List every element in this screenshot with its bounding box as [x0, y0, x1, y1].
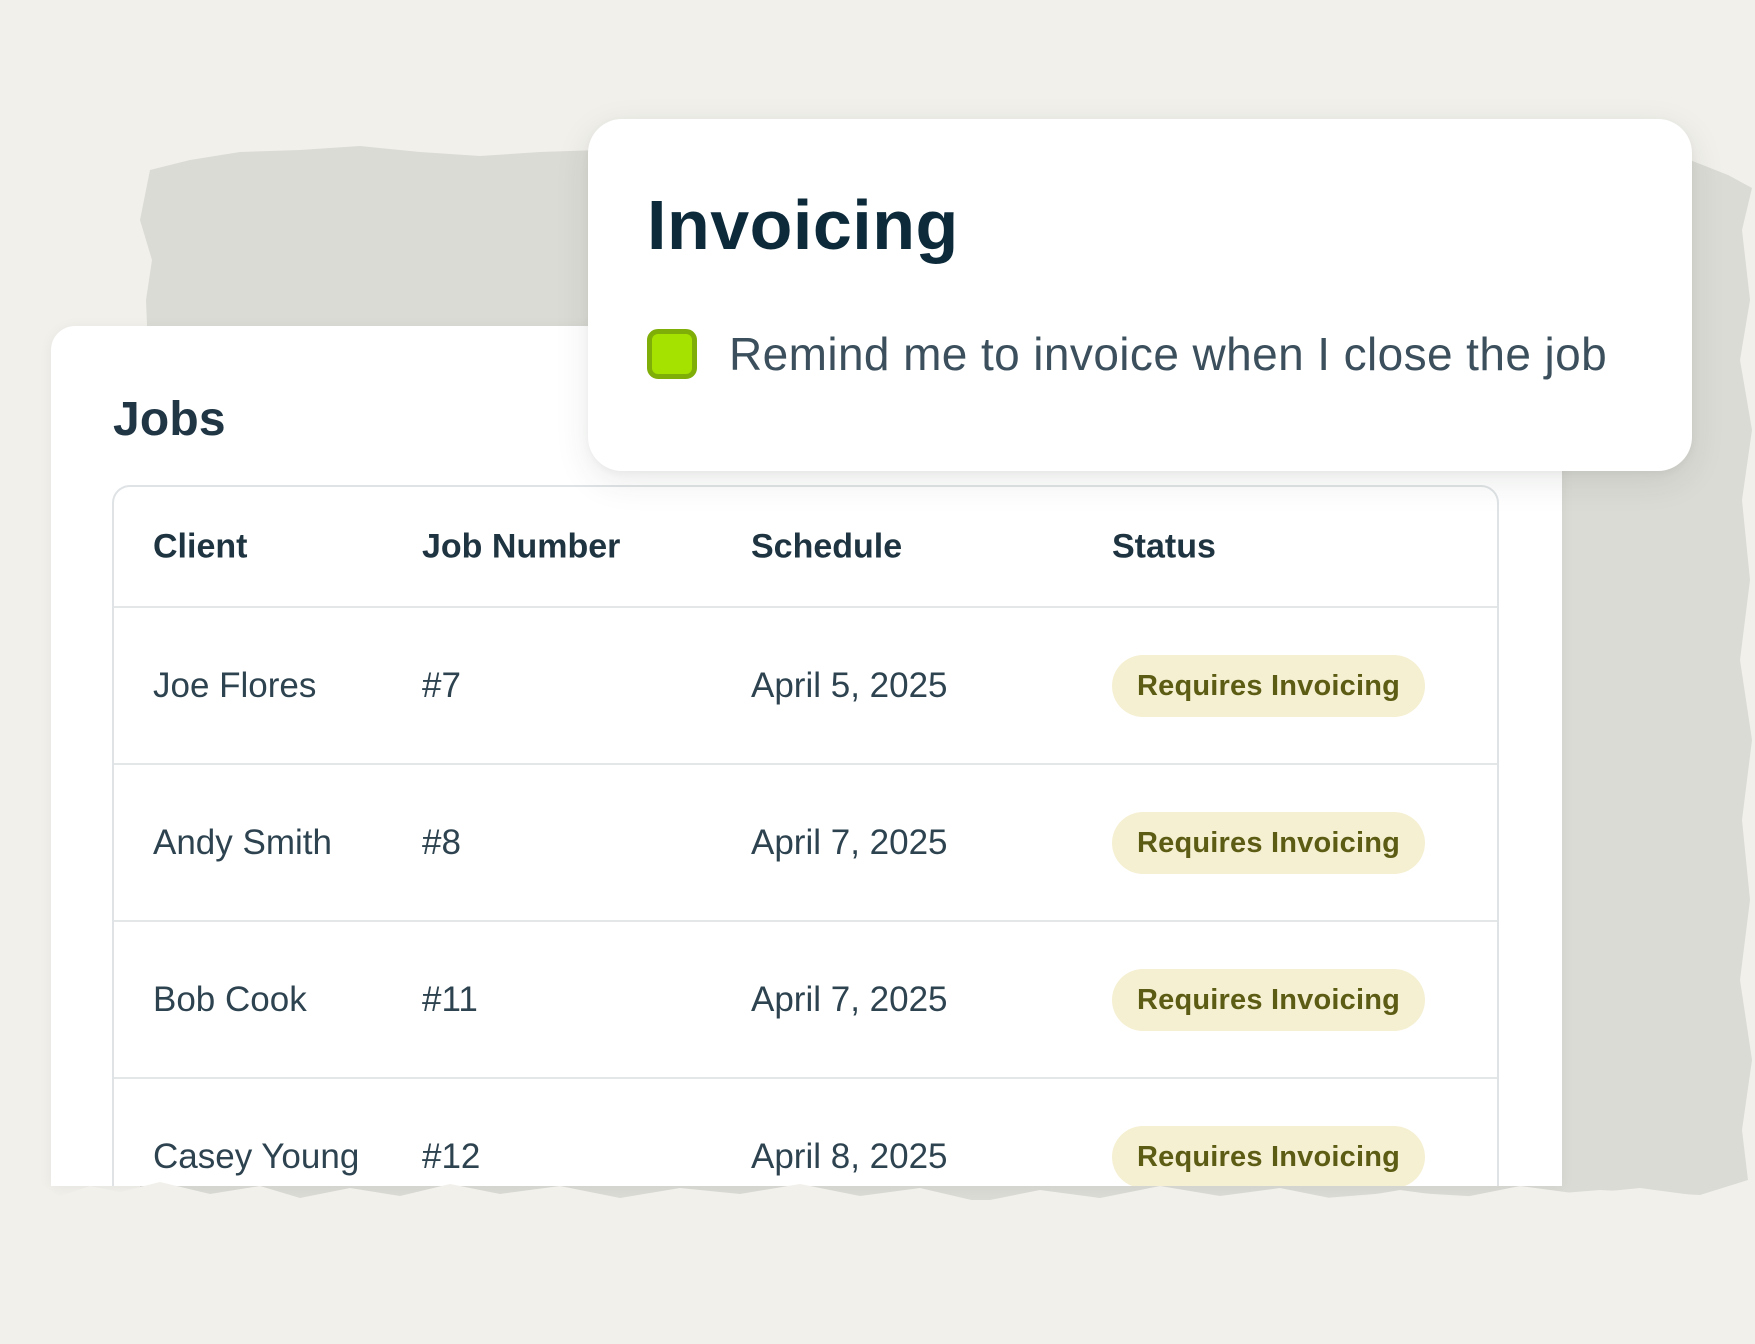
status-badge: Requires Invoicing [1112, 1125, 1426, 1186]
jobs-title: Jobs [113, 393, 226, 446]
torn-edge-overlay [0, 1180, 1755, 1344]
status-cell: Requires Invoicing [1112, 968, 1426, 1031]
schedule-cell: April 8, 2025 [751, 1136, 948, 1176]
jobs-table: Client Job Number Schedule Status Joe Fl… [112, 485, 1499, 1186]
client-cell: Joe Flores [153, 665, 317, 705]
job-number-cell: #8 [422, 822, 461, 862]
table-row[interactable]: Andy Smith #8 April 7, 2025 Requires Inv… [114, 765, 1497, 922]
schedule-cell: April 5, 2025 [751, 665, 948, 705]
client-cell: Bob Cook [153, 979, 307, 1019]
table-row[interactable]: Casey Young #12 April 8, 2025 Requires I… [114, 1079, 1497, 1186]
status-badge: Requires Invoicing [1112, 654, 1426, 717]
invoicing-title: Invoicing [647, 186, 959, 264]
column-header-status[interactable]: Status [1112, 527, 1216, 566]
invoice-reminder-option[interactable]: Remind me to invoice when I close the jo… [647, 324, 1607, 384]
table-row[interactable]: Bob Cook #11 April 7, 2025 Requires Invo… [114, 922, 1497, 1079]
client-cell: Andy Smith [153, 822, 332, 862]
status-cell: Requires Invoicing [1112, 811, 1426, 874]
status-cell: Requires Invoicing [1112, 654, 1426, 717]
invoice-reminder-checkbox[interactable] [647, 329, 697, 379]
status-badge: Requires Invoicing [1112, 811, 1426, 874]
column-header-job-number[interactable]: Job Number [422, 527, 620, 566]
invoice-reminder-label[interactable]: Remind me to invoice when I close the jo… [729, 327, 1607, 381]
status-badge: Requires Invoicing [1112, 968, 1426, 1031]
status-cell: Requires Invoicing [1112, 1125, 1426, 1186]
schedule-cell: April 7, 2025 [751, 979, 948, 1019]
table-row[interactable]: Joe Flores #7 April 5, 2025 Requires Inv… [114, 608, 1497, 765]
job-number-cell: #12 [422, 1136, 481, 1176]
column-header-client[interactable]: Client [153, 527, 247, 566]
table-header-row: Client Job Number Schedule Status [114, 487, 1497, 608]
client-cell: Casey Young [153, 1136, 360, 1176]
column-header-schedule[interactable]: Schedule [751, 527, 902, 566]
job-number-cell: #11 [422, 979, 478, 1019]
invoicing-card: Invoicing Remind me to invoice when I cl… [588, 119, 1692, 471]
job-number-cell: #7 [422, 665, 461, 705]
schedule-cell: April 7, 2025 [751, 822, 948, 862]
